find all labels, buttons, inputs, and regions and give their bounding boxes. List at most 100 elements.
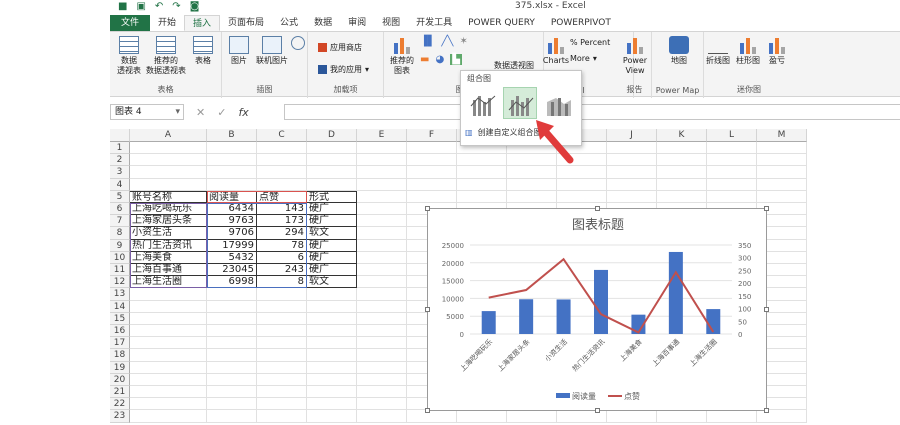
cell[interactable] [507, 410, 557, 423]
tab-0[interactable]: 文件 [110, 15, 150, 31]
column-header[interactable]: B [207, 129, 257, 142]
cell[interactable] [557, 178, 607, 191]
column-header[interactable]: D [307, 129, 357, 142]
table-cell[interactable]: 6434 [207, 203, 257, 216]
cell[interactable] [357, 349, 407, 362]
table-cell[interactable]: 6 [257, 251, 307, 264]
cell[interactable] [407, 154, 457, 167]
row-header[interactable]: 18 [110, 349, 130, 362]
cell[interactable] [357, 227, 407, 240]
undo-icon[interactable]: ↶ [155, 1, 163, 12]
resize-handle[interactable] [595, 408, 600, 413]
cell[interactable] [357, 203, 407, 216]
line-chart-icon[interactable]: ╱╲ [441, 36, 453, 47]
table-cell[interactable]: 硬广 [307, 203, 357, 216]
name-box[interactable]: 图表 4 ▾ [110, 104, 184, 120]
cell[interactable] [707, 142, 757, 155]
cell[interactable] [707, 190, 757, 203]
row-header[interactable]: 19 [110, 361, 130, 374]
row-header[interactable]: 1 [110, 142, 130, 155]
cell[interactable] [357, 166, 407, 179]
cell[interactable] [207, 300, 257, 313]
cell[interactable] [207, 178, 257, 191]
store-button[interactable]: 应用商店 [318, 42, 362, 53]
row-header[interactable]: 15 [110, 312, 130, 325]
table-button[interactable]: 表格 [190, 36, 216, 66]
cell[interactable] [257, 142, 307, 155]
cell[interactable] [557, 166, 607, 179]
cell[interactable] [307, 178, 357, 191]
cell[interactable] [207, 361, 257, 374]
cell[interactable] [307, 325, 357, 338]
recommended-pivottable-button[interactable]: 推荐的 数据透视表 [144, 36, 188, 76]
cell[interactable] [707, 178, 757, 191]
cell[interactable] [507, 178, 557, 191]
cell[interactable] [757, 190, 807, 203]
combo-option-clustered-line[interactable] [465, 87, 499, 119]
cell[interactable] [130, 178, 207, 191]
chart-title[interactable]: 图表标题 [572, 218, 624, 233]
cell[interactable] [357, 142, 407, 155]
cell[interactable] [357, 410, 407, 423]
cell[interactable] [507, 190, 557, 203]
cell[interactable] [207, 154, 257, 167]
table-cell[interactable]: 9763 [207, 215, 257, 228]
my-apps-button[interactable]: 我的应用 ▾ [318, 64, 369, 75]
cell[interactable] [657, 166, 707, 179]
cell[interactable] [707, 154, 757, 167]
power-view-button[interactable]: Power View [620, 36, 650, 76]
table-cell[interactable]: 143 [257, 203, 307, 216]
cell[interactable] [307, 142, 357, 155]
cell[interactable] [130, 142, 207, 155]
cell[interactable] [257, 300, 307, 313]
combo-option-stacked-area[interactable] [541, 87, 575, 119]
table-cell[interactable]: 173 [257, 215, 307, 228]
column-header[interactable]: E [357, 129, 407, 142]
cell[interactable] [207, 312, 257, 325]
cell[interactable] [357, 251, 407, 264]
cell[interactable] [357, 325, 407, 338]
column-header[interactable]: K [657, 129, 707, 142]
table-cell[interactable]: 9706 [207, 227, 257, 240]
cell[interactable] [130, 325, 207, 338]
pivottable-button[interactable]: 数据 透视表 [114, 36, 144, 76]
cell[interactable] [257, 349, 307, 362]
online-picture-button[interactable]: 联机图片 [254, 36, 290, 66]
table-cell[interactable]: 6998 [207, 276, 257, 289]
cell[interactable] [130, 410, 207, 423]
row-header[interactable]: 22 [110, 398, 130, 411]
tab-3[interactable]: 页面布局 [220, 15, 272, 31]
cell[interactable] [757, 154, 807, 167]
cell[interactable] [407, 166, 457, 179]
cell[interactable] [507, 166, 557, 179]
table-cell[interactable]: 上海生活圈 [130, 276, 207, 289]
cell[interactable] [657, 142, 707, 155]
cell[interactable] [257, 386, 307, 399]
cell[interactable] [130, 300, 207, 313]
cell[interactable] [357, 398, 407, 411]
cell[interactable] [130, 154, 207, 167]
tab-6[interactable]: 审阅 [340, 15, 374, 31]
table-cell[interactable]: 上海美食 [130, 251, 207, 264]
cell[interactable] [407, 142, 457, 155]
row-header[interactable]: 4 [110, 178, 130, 191]
cell[interactable] [207, 325, 257, 338]
sparkline-column-button[interactable]: 柱形图 [734, 36, 762, 66]
row-header[interactable]: 20 [110, 373, 130, 386]
row-header[interactable]: 10 [110, 251, 130, 264]
row-header[interactable]: 2 [110, 154, 130, 167]
cell[interactable] [607, 142, 657, 155]
cell[interactable] [357, 312, 407, 325]
cell[interactable] [357, 264, 407, 277]
percent-button[interactable]: % Percent [570, 38, 610, 47]
column-header[interactable]: F [407, 129, 457, 142]
cell[interactable] [257, 410, 307, 423]
table-cell[interactable]: 上海百事通 [130, 264, 207, 277]
cell[interactable] [130, 349, 207, 362]
cell[interactable] [657, 154, 707, 167]
resize-handle[interactable] [764, 408, 769, 413]
tab-7[interactable]: 视图 [374, 15, 408, 31]
more-button[interactable]: More ▾ [570, 54, 597, 63]
row-header[interactable]: 13 [110, 288, 130, 301]
cell[interactable] [130, 373, 207, 386]
